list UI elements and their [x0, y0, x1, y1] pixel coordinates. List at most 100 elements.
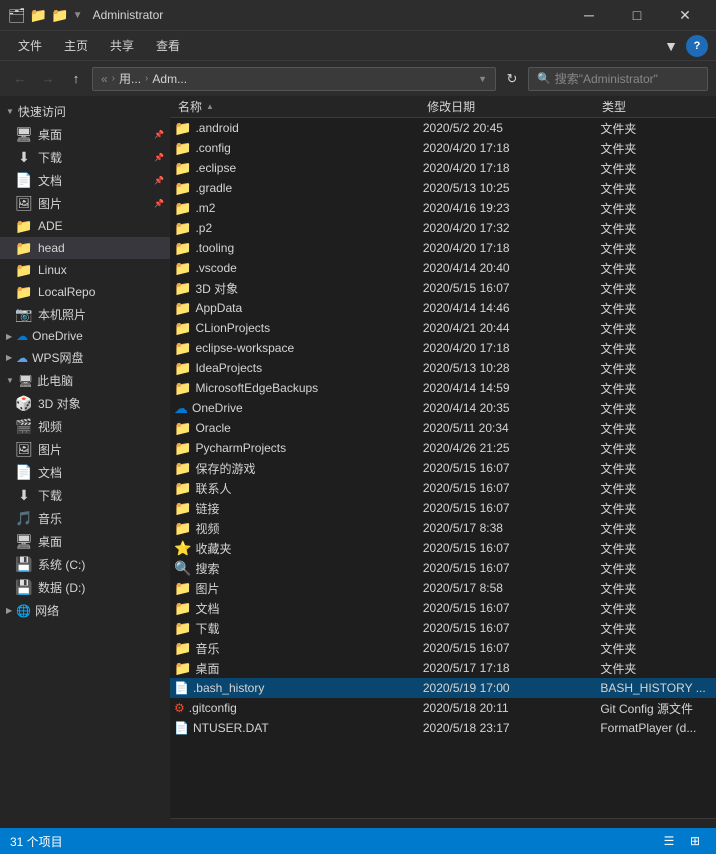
file-row[interactable]: 📁 文档 2020/5/15 16:07 文件夹: [170, 598, 716, 618]
file-row[interactable]: 📁 eclipse-workspace 2020/4/20 17:18 文件夹: [170, 338, 716, 358]
sidebar-item-cdrive[interactable]: 💾 系统 (C:): [0, 553, 170, 576]
file-type-cell: 文件夹: [592, 240, 716, 257]
minimize-button[interactable]: ─: [566, 0, 612, 30]
menu-view[interactable]: 查看: [146, 33, 190, 58]
menu-home[interactable]: 主页: [54, 33, 98, 58]
file-row[interactable]: 📁 Oracle 2020/5/11 20:34 文件夹: [170, 418, 716, 438]
sidebar-thispc-header[interactable]: ▼ 🖥 此电脑: [0, 369, 170, 392]
address-path[interactable]: « › 用... › Adm... ▼: [92, 67, 496, 91]
sidebar-item-pictures2[interactable]: 🖼 图片: [0, 438, 170, 461]
sidebar-item-documents[interactable]: 📄 文档 📌: [0, 169, 170, 192]
onedrive-label: OneDrive: [32, 329, 83, 343]
sidebar-item-dl2[interactable]: ⬇ 下载: [0, 484, 170, 507]
file-row[interactable]: 📁 .vscode 2020/4/14 20:40 文件夹: [170, 258, 716, 278]
sidebar-item-3d[interactable]: 🎲 3D 对象: [0, 392, 170, 415]
file-row[interactable]: 📁 .tooling 2020/4/20 17:18 文件夹: [170, 238, 716, 258]
sidebar-item-ade[interactable]: 📁 ADE: [0, 215, 170, 237]
file-icon: 📁: [174, 640, 191, 657]
file-row[interactable]: 📁 MicrosoftEdgeBackups 2020/4/14 14:59 文…: [170, 378, 716, 398]
file-header[interactable]: 名称 ▲ 修改日期 类型: [170, 96, 716, 118]
horizontal-scrollbar[interactable]: [170, 818, 716, 828]
sidebar-item-docs2[interactable]: 📄 文档: [0, 461, 170, 484]
file-row[interactable]: 📁 AppData 2020/4/14 14:46 文件夹: [170, 298, 716, 318]
file-row[interactable]: 📁 .m2 2020/4/16 19:23 文件夹: [170, 198, 716, 218]
maximize-button[interactable]: □: [614, 0, 660, 30]
col-name-header[interactable]: 名称 ▲: [170, 98, 419, 115]
refresh-button[interactable]: ↻: [500, 67, 524, 91]
search-box[interactable]: 🔍 搜索"Administrator": [528, 67, 708, 91]
file-date-cell: 2020/5/15 16:07: [415, 501, 592, 515]
file-row[interactable]: 📁 .config 2020/4/20 17:18 文件夹: [170, 138, 716, 158]
sidebar-quick-access-header[interactable]: ▼ 快速访问: [0, 100, 170, 123]
file-name: MicrosoftEdgeBackups: [195, 381, 318, 395]
sidebar-wps-header[interactable]: ▶ ☁ WPS网盘: [0, 346, 170, 369]
back-button[interactable]: ←: [8, 67, 32, 91]
sidebar-item-ddrive[interactable]: 💾 数据 (D:): [0, 576, 170, 599]
file-row[interactable]: 📁 音乐 2020/5/15 16:07 文件夹: [170, 638, 716, 658]
file-row[interactable]: 📄 NTUSER.DAT 2020/5/18 23:17 FormatPlaye…: [170, 718, 716, 738]
file-row[interactable]: 📄 .bash_history 2020/5/19 17:00 BASH_HIS…: [170, 678, 716, 698]
sidebar-item-music[interactable]: 🎵 音乐: [0, 507, 170, 530]
view-controls: ☰ ⊞: [658, 830, 706, 852]
file-row[interactable]: 📁 视频 2020/5/17 8:38 文件夹: [170, 518, 716, 538]
file-name: .bash_history: [193, 681, 264, 695]
sidebar-item-head[interactable]: 📁 head: [0, 237, 170, 259]
menu-expand-icon[interactable]: ▼: [660, 35, 682, 57]
file-row[interactable]: 📁 下载 2020/5/15 16:07 文件夹: [170, 618, 716, 638]
file-row[interactable]: 📁 联系人 2020/5/15 16:07 文件夹: [170, 478, 716, 498]
sidebar-item-linux[interactable]: 📁 Linux: [0, 259, 170, 281]
file-type-cell: 文件夹: [592, 300, 716, 317]
file-row[interactable]: ⚙ .gitconfig 2020/5/18 20:11 Git Config …: [170, 698, 716, 718]
file-row[interactable]: 📁 .eclipse 2020/4/20 17:18 文件夹: [170, 158, 716, 178]
help-button[interactable]: ?: [686, 35, 708, 57]
file-row[interactable]: 📁 桌面 2020/5/17 17:18 文件夹: [170, 658, 716, 678]
forward-button[interactable]: →: [36, 67, 60, 91]
detail-view-button[interactable]: ⊞: [684, 830, 706, 852]
file-date-cell: 2020/5/2 20:45: [415, 121, 592, 135]
col-date-header[interactable]: 修改日期: [419, 98, 594, 115]
file-row[interactable]: 🔍 搜索 2020/5/15 16:07 文件夹: [170, 558, 716, 578]
sidebar-item-photos-label: 本机照片: [38, 306, 86, 323]
file-row[interactable]: 📁 保存的游戏 2020/5/15 16:07 文件夹: [170, 458, 716, 478]
file-date-cell: 2020/5/18 23:17: [415, 721, 592, 735]
file-date-cell: 2020/5/17 8:38: [415, 521, 592, 535]
file-row[interactable]: 📁 .p2 2020/4/20 17:32 文件夹: [170, 218, 716, 238]
file-row[interactable]: ☁ OneDrive 2020/4/14 20:35 文件夹: [170, 398, 716, 418]
sidebar-item-localrepo[interactable]: 📁 LocalRepo: [0, 281, 170, 303]
file-row[interactable]: 📁 .gradle 2020/5/13 10:25 文件夹: [170, 178, 716, 198]
file-name-cell: 📁 eclipse-workspace: [170, 340, 415, 357]
file-row[interactable]: 📁 图片 2020/5/17 8:58 文件夹: [170, 578, 716, 598]
list-view-button[interactable]: ☰: [658, 830, 680, 852]
file-name-cell: 📁 .vscode: [170, 260, 415, 277]
file-name: 联系人: [195, 480, 231, 497]
documents-icon: 📄: [16, 173, 32, 189]
file-row[interactable]: 📁 3D 对象 2020/5/15 16:07 文件夹: [170, 278, 716, 298]
sidebar-item-downloads[interactable]: ⬇ 下载 📌: [0, 146, 170, 169]
file-row[interactable]: ⭐ 收藏夹 2020/5/15 16:07 文件夹: [170, 538, 716, 558]
file-row[interactable]: 📁 .android 2020/5/2 20:45 文件夹: [170, 118, 716, 138]
col-type-header[interactable]: 类型: [594, 98, 716, 115]
file-type-cell: 文件夹: [592, 440, 716, 457]
file-row[interactable]: 📁 CLionProjects 2020/4/21 20:44 文件夹: [170, 318, 716, 338]
close-button[interactable]: ✕: [662, 0, 708, 30]
up-button[interactable]: ↑: [64, 67, 88, 91]
sidebar-item-video[interactable]: 🎬 视频: [0, 415, 170, 438]
sidebar-onedrive-header[interactable]: ▶ ☁ OneDrive: [0, 326, 170, 346]
sidebar-network-header[interactable]: ▶ 🌐 网络: [0, 599, 170, 622]
wps-icon: ☁: [16, 351, 28, 365]
file-row[interactable]: 📁 IdeaProjects 2020/5/13 10:28 文件夹: [170, 358, 716, 378]
sidebar-item-docs2-label: 文档: [38, 464, 62, 481]
path-dropdown-icon[interactable]: ▼: [478, 74, 487, 84]
menu-share[interactable]: 共享: [100, 33, 144, 58]
file-name-cell: 📁 保存的游戏: [170, 460, 415, 477]
file-row[interactable]: 📁 PycharmProjects 2020/4/26 21:25 文件夹: [170, 438, 716, 458]
sidebar-item-desktop[interactable]: 🖥 桌面 📌: [0, 123, 170, 146]
sidebar-item-desktop2[interactable]: 🖥 桌面: [0, 530, 170, 553]
file-row[interactable]: 📁 链接 2020/5/15 16:07 文件夹: [170, 498, 716, 518]
file-date-cell: 2020/5/15 16:07: [415, 541, 592, 555]
file-name-cell: 📁 .tooling: [170, 240, 415, 257]
sidebar-item-pictures[interactable]: 🖼 图片 📌: [0, 192, 170, 215]
menu-file[interactable]: 文件: [8, 33, 52, 58]
file-type-cell: 文件夹: [592, 120, 716, 137]
sidebar-item-photos[interactable]: 📷 本机照片: [0, 303, 170, 326]
